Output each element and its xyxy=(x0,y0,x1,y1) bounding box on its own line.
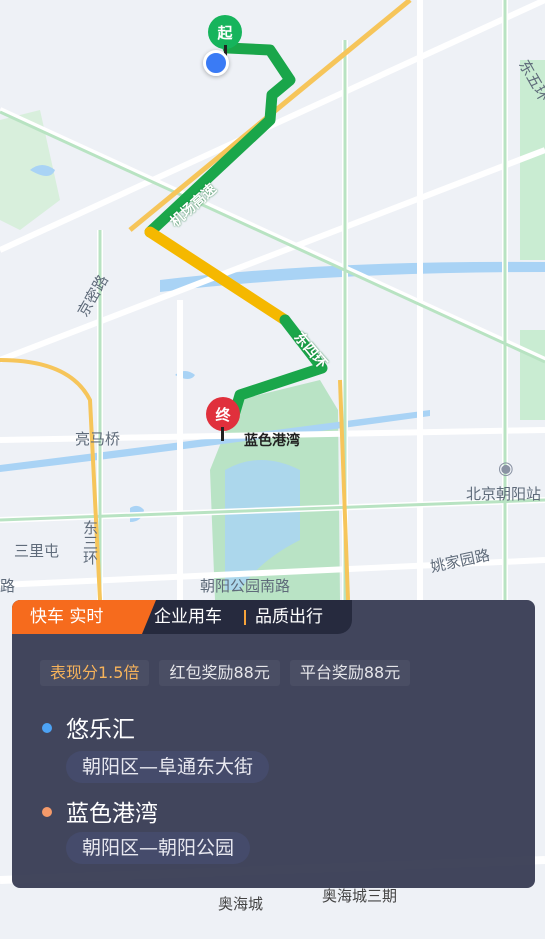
origin-name: 悠乐汇 xyxy=(66,717,135,743)
tab-separator xyxy=(244,610,246,625)
badge-red-packet: 红包奖励88元 xyxy=(159,660,280,686)
destination-dot-icon xyxy=(42,807,52,817)
ride-type-tabs: 快车 实时 企业用车 品质出行 xyxy=(12,600,352,634)
map-label-beijing-chaoyang-station: 北京朝阳站 xyxy=(466,485,542,503)
map-label-chaoyang-park-south-road: 朝阳公园南路 xyxy=(200,577,291,595)
tab-enterprise[interactable]: 企业用车 xyxy=(154,600,222,634)
destination-name: 蓝色港湾 xyxy=(66,801,158,827)
map-label-east-3rd-ring: 东三环 xyxy=(81,520,99,565)
origin-address: 朝阳区—阜通东大街 xyxy=(66,751,270,783)
reward-badges: 表现分1.5倍 红包奖励88元 平台奖励88元 xyxy=(40,660,411,686)
station-icon: ◉ xyxy=(498,458,514,479)
map-label-aohaicheng-3: 奥海城三期 xyxy=(322,887,398,905)
tab-quality[interactable]: 品质出行 xyxy=(255,600,323,634)
map-label-lu: 路 xyxy=(0,577,16,595)
map-label-aohaicheng: 奥海城 xyxy=(218,895,264,913)
tab-express-realtime[interactable]: 快车 实时 xyxy=(12,600,156,634)
destination-map-label: 蓝色港湾 xyxy=(244,433,300,449)
map-label-sanlitun: 三里屯 xyxy=(14,542,60,560)
end-marker[interactable]: 终 xyxy=(206,397,240,431)
end-marker-stem xyxy=(221,427,224,441)
badge-platform: 平台奖励88元 xyxy=(289,660,411,686)
destination-address: 朝阳区—朝阳公园 xyxy=(66,832,251,864)
map-label-liangmaqiao: 亮马桥 xyxy=(75,430,121,448)
start-marker[interactable]: 起 xyxy=(208,15,242,49)
current-location-icon[interactable] xyxy=(203,50,229,76)
order-card[interactable]: 快车 实时 企业用车 品质出行 表现分1.5倍 红包奖励88元 平台奖励88元 … xyxy=(12,600,535,888)
badge-performance: 表现分1.5倍 xyxy=(40,660,150,686)
origin-dot-icon xyxy=(42,723,52,733)
